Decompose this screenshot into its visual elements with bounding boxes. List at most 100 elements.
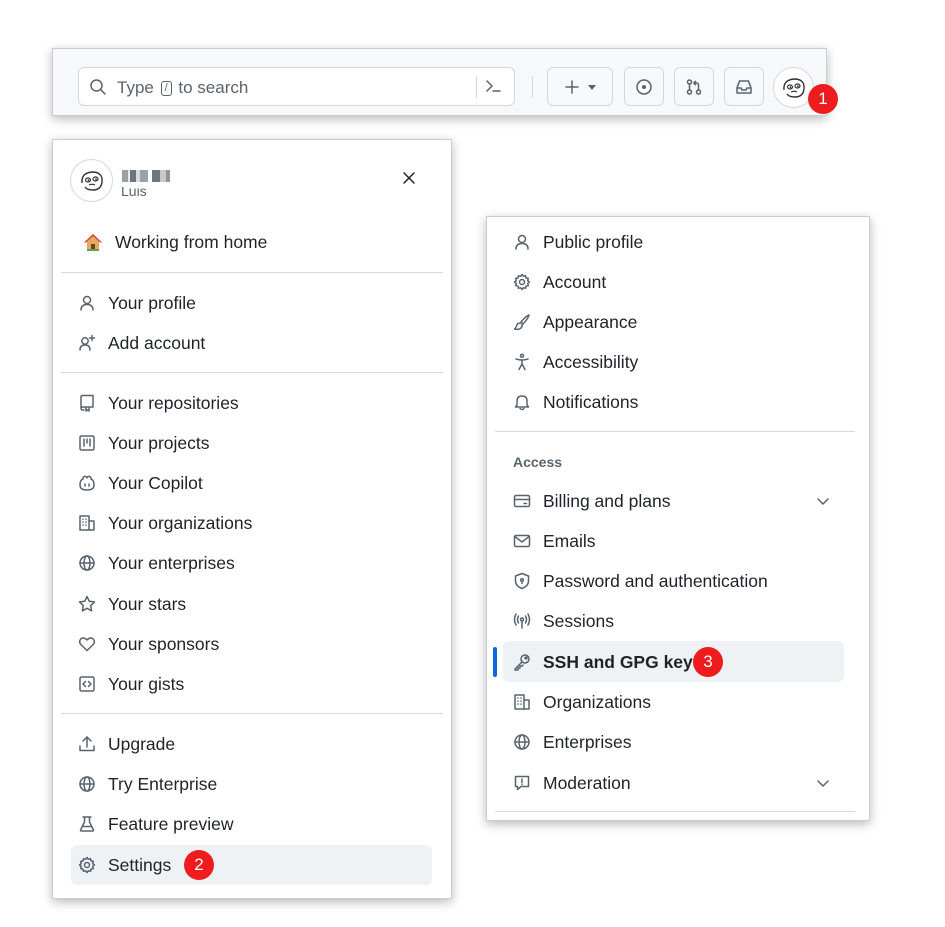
- report-icon: [514, 775, 530, 791]
- status-item[interactable]: Working from home: [83, 230, 267, 254]
- settings-item-label: Public profile: [543, 231, 644, 252]
- menu-item-settings[interactable]: Settings: [78, 853, 171, 877]
- shield-lock-icon: [514, 572, 530, 590]
- section-heading-access: Access: [513, 454, 563, 470]
- status-text: Working from home: [115, 231, 268, 252]
- settings-item-appearance[interactable]: Appearance: [513, 310, 637, 334]
- globe-icon: [79, 776, 95, 792]
- broadcast-icon: [513, 613, 531, 629]
- command-palette-button[interactable]: [484, 77, 502, 95]
- menu-item-feature-preview[interactable]: Feature preview: [78, 812, 233, 836]
- menu-item-label: Settings: [108, 854, 172, 875]
- upload-icon: [79, 736, 95, 752]
- menu-item-label: Upgrade: [108, 733, 176, 754]
- close-button[interactable]: [401, 170, 417, 186]
- settings-sidebar-panel: Public profile Account Appearance Access…: [486, 216, 870, 821]
- settings-item-emails[interactable]: Emails: [513, 529, 596, 553]
- moderation-expand-button[interactable]: [815, 775, 831, 791]
- settings-item-account[interactable]: Account: [513, 270, 606, 294]
- menu-item-your-gists[interactable]: Your gists: [78, 672, 184, 696]
- pull-requests-button[interactable]: [674, 67, 714, 106]
- menu-item-label: Your sponsors: [108, 633, 220, 654]
- plus-icon: [565, 79, 579, 94]
- code-square-icon: [79, 676, 95, 692]
- settings-item-label: Account: [543, 271, 607, 292]
- create-new-button[interactable]: [547, 67, 613, 106]
- avatar: [70, 159, 113, 202]
- project-icon: [79, 435, 95, 451]
- menu-item-label: Your gists: [108, 673, 185, 694]
- person-icon: [515, 234, 529, 250]
- copilot-icon: [79, 475, 95, 491]
- settings-item-moderation[interactable]: Moderation: [513, 771, 631, 795]
- settings-item-password-auth[interactable]: Password and authentication: [513, 569, 768, 593]
- organization-icon: [514, 694, 530, 710]
- heart-icon: [78, 637, 96, 652]
- menu-item-your-projects[interactable]: Your projects: [78, 431, 210, 455]
- username-sub: Luis: [121, 187, 147, 199]
- accessibility-icon: [515, 353, 529, 371]
- gear-icon: [513, 273, 531, 291]
- menu-item-your-enterprises[interactable]: Your enterprises: [78, 551, 235, 575]
- menu-item-label: Add account: [108, 332, 206, 353]
- settings-item-label: Sessions: [543, 610, 615, 631]
- settings-item-accessibility[interactable]: Accessibility: [513, 350, 638, 374]
- beaker-icon: [79, 816, 95, 832]
- menu-item-label: Your organizations: [108, 512, 253, 533]
- git-pull-request-icon: [686, 78, 702, 95]
- menu-item-label: Your stars: [108, 593, 187, 614]
- menu-item-label: Try Enterprise: [108, 773, 218, 794]
- username-pixelated: [122, 170, 170, 182]
- menu-item-label: Your profile: [108, 292, 196, 313]
- menu-item-label: Your repositories: [108, 392, 239, 413]
- bell-icon: [514, 395, 530, 411]
- issue-opened-icon: [636, 78, 652, 95]
- close-icon: [403, 172, 415, 184]
- step-badge-2: 2: [184, 850, 214, 880]
- menu-item-label: Your projects: [108, 432, 210, 453]
- step-badge-1: 1: [808, 84, 838, 114]
- menu-item-try-enterprise[interactable]: Try Enterprise: [78, 772, 217, 796]
- key-icon: [514, 654, 530, 671]
- divider: [61, 372, 443, 373]
- settings-item-billing[interactable]: Billing and plans: [513, 489, 670, 513]
- menu-item-upgrade[interactable]: Upgrade: [78, 732, 175, 756]
- menu-item-label: Your Copilot: [108, 472, 203, 493]
- settings-item-notifications[interactable]: Notifications: [513, 390, 638, 414]
- billing-expand-button[interactable]: [815, 493, 831, 509]
- menu-item-your-repositories[interactable]: Your repositories: [78, 391, 239, 415]
- settings-item-sessions[interactable]: Sessions: [513, 609, 614, 633]
- mail-icon: [513, 534, 531, 548]
- settings-item-organizations[interactable]: Organizations: [513, 690, 651, 714]
- menu-item-your-organizations[interactable]: Your organizations: [78, 511, 252, 535]
- globe-icon: [79, 555, 95, 571]
- inbox-button[interactable]: [724, 67, 764, 106]
- step-badge-3: 3: [693, 647, 723, 677]
- settings-item-label: Moderation: [543, 772, 631, 793]
- search-placeholder: Type / to search: [117, 78, 249, 97]
- avatar-face-icon: [782, 77, 805, 98]
- menu-item-your-stars[interactable]: Your stars: [78, 592, 186, 616]
- settings-item-label: Enterprises: [543, 731, 632, 752]
- settings-item-ssh-gpg-keys[interactable]: SSH and GPG keys: [513, 650, 703, 674]
- search-input[interactable]: Type / to search: [78, 67, 515, 106]
- search-icon: [90, 79, 106, 95]
- settings-item-label: Password and authentication: [543, 570, 768, 591]
- triangle-down-icon: [588, 84, 596, 90]
- menu-item-add-account[interactable]: Add account: [78, 331, 205, 355]
- settings-item-label: Notifications: [543, 391, 639, 412]
- star-icon: [78, 595, 96, 612]
- divider: [61, 272, 443, 273]
- issues-button[interactable]: [624, 67, 664, 106]
- settings-item-enterprises[interactable]: Enterprises: [513, 730, 632, 754]
- paintbrush-icon: [513, 314, 530, 331]
- menu-item-your-copilot[interactable]: Your Copilot: [78, 471, 203, 495]
- house-icon: [84, 234, 102, 251]
- organization-icon: [79, 515, 95, 531]
- menu-item-your-profile[interactable]: Your profile: [78, 291, 196, 315]
- settings-item-label: Organizations: [543, 691, 651, 712]
- settings-item-public-profile[interactable]: Public profile: [513, 230, 643, 254]
- menu-item-your-sponsors[interactable]: Your sponsors: [78, 632, 219, 656]
- divider: [61, 713, 443, 714]
- person-icon: [80, 295, 94, 311]
